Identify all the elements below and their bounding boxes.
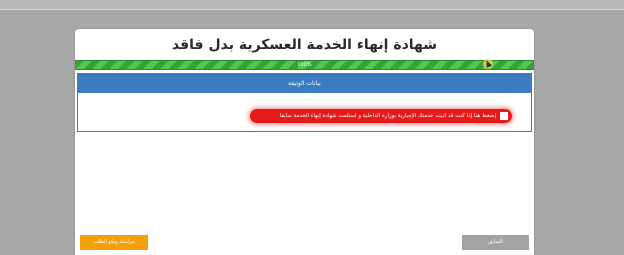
- document-data-panel: بيانات الوثيقة إضغط هنا إذا كنت قد أديت …: [77, 73, 532, 132]
- previous-button[interactable]: السابق: [462, 235, 529, 250]
- checkbox-label[interactable]: إضغط هنا إذا كنت قد أديت خدمتك الإجبارية…: [280, 113, 496, 119]
- page-title: شهادة إنهاء الخدمة العسكرية بدل فاقد: [171, 37, 438, 53]
- progress-label: 100%: [297, 62, 312, 68]
- contact-button[interactable]: مراسلة وتكو الطلب: [80, 235, 148, 250]
- previous-service-checkbox-row[interactable]: إضغط هنا إذا كنت قد أديت خدمتك الإجبارية…: [250, 109, 512, 123]
- top-divider: [0, 9, 624, 10]
- checkbox-icon[interactable]: [500, 112, 508, 120]
- mouse-cursor-highlight: [483, 59, 493, 69]
- progress-bar: 100%: [75, 60, 534, 70]
- cursor-arrow-icon: [483, 59, 493, 68]
- panel-header: بيانات الوثيقة: [78, 74, 531, 93]
- form-card: شهادة إنهاء الخدمة العسكرية بدل فاقد 100…: [75, 29, 534, 255]
